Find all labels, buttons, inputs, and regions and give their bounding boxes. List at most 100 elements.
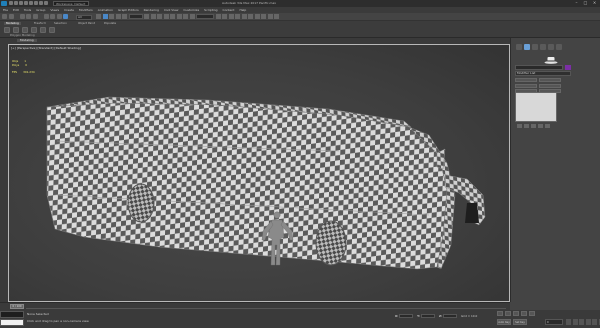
menu-item[interactable]: Edit: [13, 8, 19, 12]
menu-item[interactable]: Civil View: [164, 8, 178, 12]
menu-item[interactable]: Rendering: [144, 8, 159, 12]
undo-icon[interactable]: [2, 14, 7, 19]
ribbon-tool-icon[interactable]: [4, 27, 10, 33]
select-manipulate-icon[interactable]: [150, 14, 156, 19]
redo-icon[interactable]: [29, 1, 33, 5]
pan-icon[interactable]: [592, 319, 597, 325]
make-unique-icon[interactable]: [531, 124, 536, 128]
named-selection-sets-dropdown[interactable]: [196, 14, 214, 19]
menu-item[interactable]: Tools: [24, 8, 31, 12]
move-icon[interactable]: [102, 14, 108, 19]
tab-populate[interactable]: Populate: [104, 22, 116, 25]
current-frame-field[interactable]: 0: [545, 319, 563, 325]
percent-snap-icon[interactable]: [176, 14, 182, 19]
curve-editor-icon[interactable]: [241, 14, 247, 19]
maximize-icon[interactable]: □: [581, 0, 590, 6]
auto-key-button[interactable]: Auto Key: [497, 319, 511, 325]
go-to-start-icon[interactable]: [497, 311, 503, 316]
material-editor-icon[interactable]: [254, 14, 260, 19]
ribbon-icon[interactable]: [235, 14, 240, 19]
menu-item[interactable]: Group: [36, 8, 45, 12]
coord-z-field[interactable]: [443, 314, 458, 318]
motion-tab-icon[interactable]: [540, 44, 546, 50]
mirror-icon[interactable]: [215, 14, 221, 19]
selection-filter-dropdown[interactable]: All: [76, 14, 92, 20]
viewport-layout-tab[interactable]: Modeling: [17, 39, 37, 42]
tab-modeling[interactable]: Modeling: [4, 22, 21, 25]
maxscript-listener-input[interactable]: [0, 319, 24, 326]
angle-snap-icon[interactable]: [170, 14, 175, 19]
ribbon-tool-icon[interactable]: [13, 27, 19, 33]
zoom-icon[interactable]: [566, 319, 571, 325]
time-slider[interactable]: 0 / 100: [10, 304, 24, 309]
rotate-icon[interactable]: [109, 14, 114, 19]
remove-modifier-icon[interactable]: [538, 124, 543, 128]
menu-item[interactable]: Views: [50, 8, 59, 12]
configure-sets-icon[interactable]: [545, 124, 550, 128]
pin-stack-icon[interactable]: [517, 124, 522, 128]
play-icon[interactable]: [513, 311, 519, 316]
render-frame-icon[interactable]: [267, 14, 273, 19]
object-name-field[interactable]: [515, 65, 563, 70]
modifier-button[interactable]: [538, 78, 561, 82]
object-color-swatch[interactable]: [565, 65, 571, 70]
go-to-end-icon[interactable]: [529, 311, 535, 316]
align-icon[interactable]: [222, 14, 227, 19]
snap-icon[interactable]: [163, 14, 169, 19]
schematic-icon[interactable]: [248, 14, 253, 19]
select-by-name-icon[interactable]: [56, 14, 62, 19]
menu-item[interactable]: Scripting: [204, 8, 217, 12]
menu-item[interactable]: Help: [239, 8, 246, 12]
spinner-snap-icon[interactable]: [183, 14, 188, 19]
named-selection-icon[interactable]: [189, 14, 195, 19]
bind-icon[interactable]: [32, 14, 38, 19]
region-select-icon[interactable]: [63, 14, 68, 19]
scene-render[interactable]: [9, 45, 510, 302]
tab-selection[interactable]: Selection: [54, 22, 67, 25]
window-crossing-icon[interactable]: [96, 14, 101, 19]
reference-coord-dropdown[interactable]: [128, 14, 143, 19]
zoom-all-icon[interactable]: [572, 319, 578, 325]
maxscript-listener-output[interactable]: [0, 311, 24, 318]
save-icon[interactable]: [19, 1, 23, 5]
close-icon[interactable]: ×: [590, 0, 599, 6]
utilities-tab-icon[interactable]: [556, 44, 562, 50]
modifier-button[interactable]: [515, 83, 537, 88]
layers-icon[interactable]: [228, 14, 234, 19]
hierarchy-tab-icon[interactable]: [532, 44, 538, 50]
coord-x-field[interactable]: [399, 314, 414, 318]
modify-tab-icon[interactable]: [524, 44, 530, 50]
create-tab-icon[interactable]: [516, 44, 522, 50]
menu-item[interactable]: Animation: [98, 8, 113, 12]
modifier-button[interactable]: [538, 83, 561, 88]
coord-y-field[interactable]: [420, 314, 435, 318]
track-bar[interactable]: [26, 306, 506, 309]
workspace-icon[interactable]: [39, 1, 43, 5]
modifier-button[interactable]: [515, 78, 537, 82]
tab-object-paint[interactable]: Object Paint: [78, 22, 95, 25]
render-setup-icon[interactable]: [261, 14, 266, 19]
link-icon[interactable]: [19, 14, 25, 19]
menu-item[interactable]: Graph Editors: [118, 8, 139, 12]
help-icon[interactable]: [44, 1, 48, 5]
modifier-stack[interactable]: [515, 92, 557, 122]
display-tab-icon[interactable]: [548, 44, 554, 50]
tab-freeform[interactable]: Freeform: [34, 22, 46, 25]
menu-item[interactable]: Content: [223, 8, 235, 12]
render-icon[interactable]: [274, 14, 279, 19]
menu-item[interactable]: Create: [64, 8, 74, 12]
next-frame-icon[interactable]: [521, 311, 527, 316]
redo-icon[interactable]: [8, 14, 14, 19]
previous-frame-icon[interactable]: [505, 311, 511, 316]
filter-icon[interactable]: [43, 14, 49, 19]
new-icon[interactable]: [9, 1, 13, 5]
minimize-icon[interactable]: –: [572, 0, 581, 6]
ribbon-tool-icon[interactable]: [22, 27, 28, 33]
set-key-button[interactable]: Set Key: [513, 319, 527, 325]
ribbon-tool-icon[interactable]: [49, 27, 55, 33]
project-icon[interactable]: [34, 1, 38, 5]
unlink-icon[interactable]: [26, 14, 31, 19]
modifier-list-dropdown[interactable]: Modifier List: [515, 71, 571, 76]
viewport-perspective[interactable]: [+] [Perspective] [Standard] [Default Sh…: [8, 44, 510, 302]
ribbon-tool-icon[interactable]: [31, 27, 37, 33]
